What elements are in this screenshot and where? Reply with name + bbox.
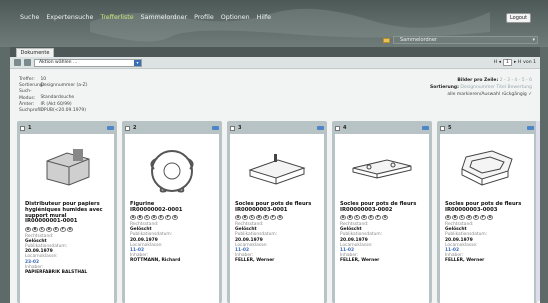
design-number: IR00000002-0001 — [130, 206, 183, 213]
add-to-folder-icon[interactable] — [422, 126, 429, 130]
sort-icon[interactable] — [24, 59, 31, 66]
page-input[interactable]: 1 — [502, 59, 512, 66]
mark-all-link[interactable]: alle markieren/Auswahl rückgängig — [447, 92, 526, 97]
menu-collection-folder[interactable]: Sammelordner — [141, 14, 188, 21]
design-image[interactable] — [125, 134, 219, 202]
menu-help[interactable]: Hilfe — [257, 14, 271, 21]
tab-bar: Dokumente — [10, 47, 540, 57]
result-card[interactable]: 1 Distributeur pour papiers hygiéniques … — [17, 121, 117, 303]
pager: H ◂ 1 ▸ H von 1 — [494, 59, 536, 66]
view-options: Bilder pro Zeile: 2 - 3 - 4 - 5 - 6 Sort… — [429, 78, 532, 97]
result-card[interactable]: 2 Figurine IR00000002-0001 ABCDEFG Recht… — [122, 121, 222, 303]
design-number: IR00000003-0003 — [445, 206, 498, 213]
print-icon[interactable] — [14, 59, 21, 66]
design-image[interactable] — [440, 134, 534, 202]
add-to-folder-icon[interactable] — [212, 126, 219, 130]
design-image[interactable] — [335, 134, 429, 202]
result-card[interactable]: 5 Socles pour pots de fleurs IR00000003-… — [437, 121, 537, 303]
menu-result-list[interactable]: Trefferliste — [100, 14, 133, 21]
result-cards: 1 Distributeur pour papiers hygiéniques … — [17, 121, 537, 303]
chip-row: ABCDEFG — [25, 226, 73, 232]
folder-dropdown[interactable]: Sammelordner ▾ — [393, 36, 538, 44]
sort-links[interactable]: Designnummer Titel Bewertung — [460, 85, 532, 90]
info-row: Suchprofil: DPUB(<20.09.1979) — [19, 108, 87, 114]
chip-row: ABCDEFG — [130, 215, 178, 220]
action-select[interactable]: Aktion wählen ... ▾ — [34, 58, 142, 67]
menu-profiles[interactable]: Profile — [194, 14, 214, 21]
select-checkbox[interactable] — [440, 125, 445, 131]
select-checkbox[interactable] — [335, 125, 340, 131]
main-menu: Suche Expertensuche Trefferliste Sammelo… — [20, 14, 271, 21]
top-header: Suche Expertensuche Trefferliste Sammelo… — [0, 0, 548, 47]
result-card[interactable]: 4 Socles pour pots de fleurs IR00000003-… — [332, 121, 432, 303]
folder-icon — [383, 37, 390, 43]
page-total: von 1 — [523, 60, 536, 65]
prev-page-button[interactable]: H ◂ — [494, 60, 501, 65]
results-toolbar: Aktion wählen ... ▾ H ◂ 1 ▸ H von 1 — [10, 57, 540, 69]
design-number: IR00000001-0001 — [25, 218, 78, 225]
results-panel: Aktion wählen ... ▾ H ◂ 1 ▸ H von 1 Tref… — [10, 57, 540, 303]
tab-documents[interactable]: Dokumente — [16, 48, 54, 57]
design-number: IR00000003-0002 — [340, 206, 393, 213]
design-title: Distributeur pour papiers hygiéniques hu… — [25, 201, 103, 219]
logout-button[interactable]: Logout — [506, 13, 531, 23]
add-to-folder-icon[interactable] — [317, 126, 324, 130]
search-info: Treffer: 10 Sortierung: Designnummer (a-… — [19, 77, 87, 114]
info-row: Such-Modus: Standardsuche — [19, 89, 75, 101]
chip-row: ABCDEFG — [235, 215, 283, 220]
select-checkbox[interactable] — [20, 125, 25, 131]
vertical-scrollbar[interactable] — [536, 121, 540, 301]
design-image[interactable] — [20, 134, 114, 202]
add-to-folder-icon[interactable] — [107, 126, 114, 130]
chip-row: ABCDEFG — [445, 215, 493, 220]
folder-selector: Sammelordner ▾ — [383, 36, 538, 44]
next-page-button[interactable]: ▸ H — [514, 60, 521, 65]
chip-row: ABCDEFG — [340, 215, 388, 220]
select-checkbox[interactable] — [125, 125, 130, 131]
design-image[interactable] — [230, 134, 324, 202]
menu-options[interactable]: Optionen — [221, 14, 250, 21]
chevron-down-icon: ▾ — [134, 59, 141, 66]
menu-expert-search[interactable]: Expertensuche — [46, 14, 93, 21]
add-to-folder-icon[interactable] — [527, 126, 534, 130]
select-checkbox[interactable] — [230, 125, 235, 131]
images-per-row-links[interactable]: 2 - 3 - 4 - 5 - 6 — [500, 78, 532, 83]
design-number: IR00000003-0001 — [235, 206, 288, 213]
menu-search[interactable]: Suche — [20, 14, 39, 21]
result-card[interactable]: 3 Socles pour pots de fleurs IR00000003-… — [227, 121, 327, 303]
chevron-down-icon: ▾ — [532, 37, 535, 43]
